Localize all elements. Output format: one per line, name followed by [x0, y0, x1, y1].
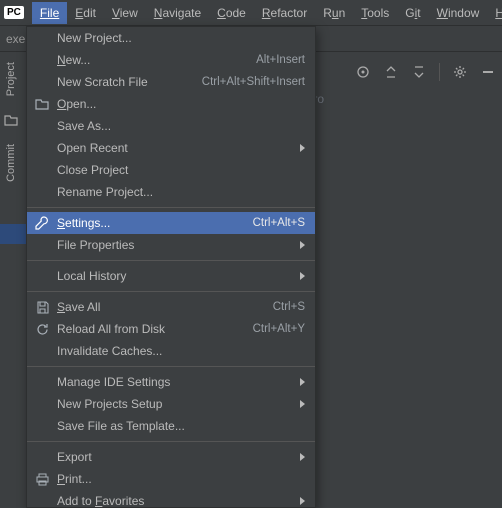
chevron-right-icon — [300, 497, 305, 505]
chevron-right-icon — [300, 241, 305, 249]
menu-item-close-project[interactable]: Close Project — [27, 159, 315, 181]
menu-file[interactable]: File — [32, 2, 67, 24]
breadcrumb-text: exe — [6, 32, 25, 46]
menu-tools[interactable]: Tools — [353, 2, 397, 24]
folder-open-icon — [33, 96, 51, 112]
menu-item-open-recent[interactable]: Open Recent — [27, 137, 315, 159]
chevron-right-icon — [300, 144, 305, 152]
menu-edit[interactable]: Edit — [67, 2, 104, 24]
print-icon — [33, 471, 51, 487]
chevron-right-icon — [300, 378, 305, 386]
menu-refactor[interactable]: Refactor — [254, 2, 315, 24]
menu-item-save-template[interactable]: Save File as Template... — [27, 415, 315, 437]
menu-item-manage-ide[interactable]: Manage IDE Settings — [27, 371, 315, 393]
menu-item-save-all[interactable]: Save All Ctrl+S — [27, 296, 315, 318]
menu-item-save-as[interactable]: Save As... — [27, 115, 315, 137]
menu-separator — [27, 441, 315, 442]
hide-icon[interactable] — [480, 64, 496, 80]
menu-git[interactable]: Git — [397, 2, 428, 24]
file-menu-dropdown: New Project... New... Alt+Insert New Scr… — [26, 26, 316, 508]
menu-window[interactable]: Window — [429, 2, 488, 24]
menu-help[interactable]: Help — [487, 2, 502, 24]
reload-icon — [33, 321, 51, 337]
menu-item-new-project[interactable]: New Project... — [27, 27, 315, 49]
menu-run[interactable]: Run — [315, 2, 353, 24]
expand-all-icon[interactable] — [383, 64, 399, 80]
tool-commit[interactable]: Commit — [5, 144, 17, 182]
toolbar-right — [355, 58, 496, 86]
chevron-right-icon — [300, 272, 305, 280]
menu-item-settings[interactable]: Settings... Ctrl+Alt+S — [27, 212, 315, 234]
menu-item-export[interactable]: Export — [27, 446, 315, 468]
selection-strip — [0, 224, 26, 244]
chevron-right-icon — [300, 453, 305, 461]
menu-item-new-scratch[interactable]: New Scratch File Ctrl+Alt+Shift+Insert — [27, 71, 315, 93]
menu-item-reload[interactable]: Reload All from Disk Ctrl+Alt+Y — [27, 318, 315, 340]
wrench-icon — [33, 215, 51, 231]
menu-item-file-properties[interactable]: File Properties — [27, 234, 315, 256]
menu-item-print[interactable]: Print... — [27, 468, 315, 490]
menu-item-add-favorites[interactable]: Add to Favorites — [27, 490, 315, 508]
target-icon[interactable] — [355, 64, 371, 80]
menu-code[interactable]: Code — [209, 2, 254, 24]
left-tool-strip: Project Commit — [0, 52, 22, 182]
menu-separator — [27, 366, 315, 367]
menu-separator — [27, 291, 315, 292]
menu-item-new[interactable]: New... Alt+Insert — [27, 49, 315, 71]
collapse-all-icon[interactable] — [411, 64, 427, 80]
menu-view[interactable]: View — [104, 2, 146, 24]
save-icon — [33, 299, 51, 315]
menu-separator — [27, 260, 315, 261]
gear-icon[interactable] — [452, 64, 468, 80]
menu-separator — [27, 207, 315, 208]
menu-bar: PC File Edit View Navigate Code Refactor… — [0, 0, 502, 26]
menu-item-rename-project[interactable]: Rename Project... — [27, 181, 315, 203]
app-badge: PC — [4, 6, 24, 19]
menu-item-invalidate[interactable]: Invalidate Caches... — [27, 340, 315, 362]
menu-item-local-history[interactable]: Local History — [27, 265, 315, 287]
menu-navigate[interactable]: Navigate — [146, 2, 209, 24]
toolbar-separator — [439, 63, 440, 81]
menu-item-open[interactable]: Open... — [27, 93, 315, 115]
folder-icon[interactable] — [4, 114, 18, 126]
chevron-right-icon — [300, 400, 305, 408]
tool-project[interactable]: Project — [5, 62, 17, 96]
menu-item-new-projects-setup[interactable]: New Projects Setup — [27, 393, 315, 415]
